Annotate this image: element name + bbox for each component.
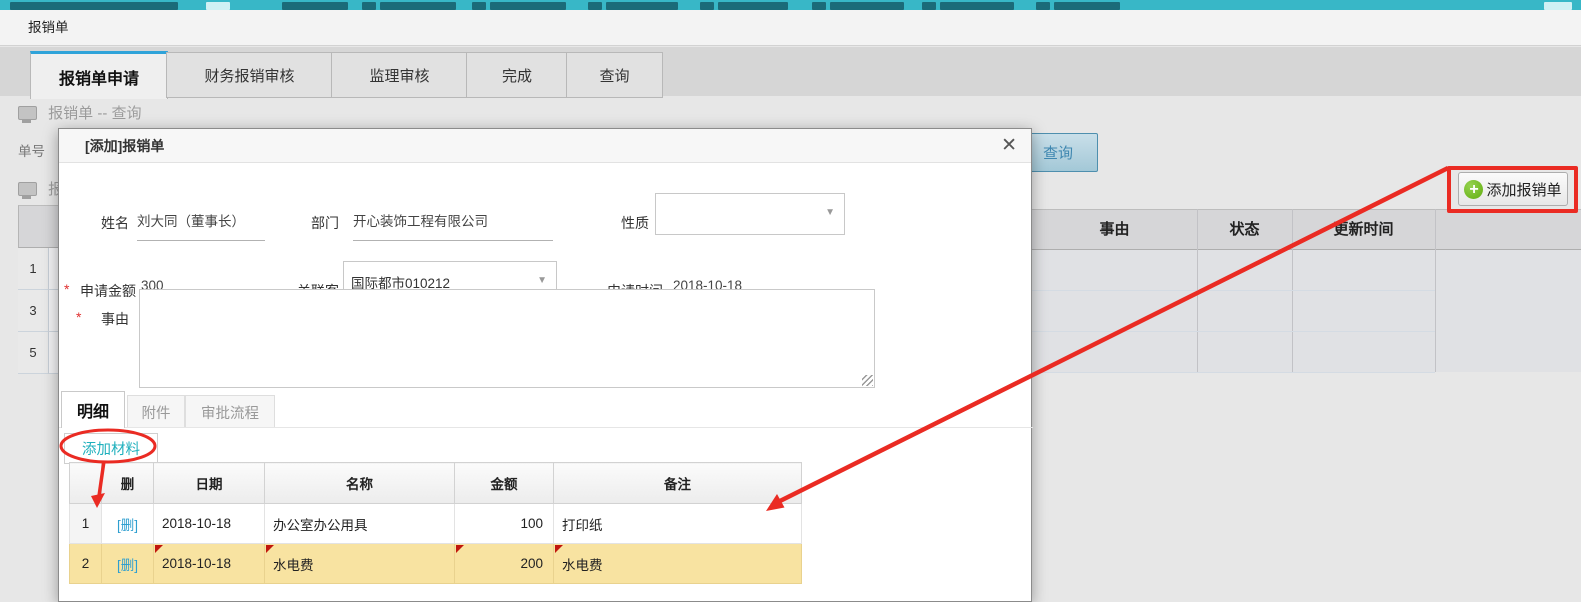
divider [1032,331,1435,332]
name-label: 姓名 [69,213,129,233]
name-cell[interactable]: 办公室办公用具 [265,504,455,544]
amount-label: 申请金额 [71,281,136,301]
bg-row-number: 3 [18,290,49,332]
modal-tab-approval-flow[interactable]: 审批流程 [185,395,275,428]
bg-table-body [1032,250,1581,372]
detail-table: 删 日期 名称 金额 备注 1 [删] 2018-10-18 办公室办公用具 1… [69,462,802,584]
delete-link[interactable]: [删] [102,544,154,584]
bg-row-number: 5 [18,332,49,374]
col-amount: 金额 [455,463,554,504]
menu-item-clipped[interactable] [282,2,348,10]
tab-query[interactable]: 查询 [566,52,663,98]
menu-icon-clipped [362,2,376,10]
name-cell-modified[interactable]: 水电费 [265,544,455,584]
section-title-list: 报销单 [18,178,62,199]
menu-item-clipped[interactable] [1054,2,1120,10]
dept-field: 开心装饰工程有限公司 [353,203,553,241]
chevron-down-icon: ▼ [537,275,547,286]
bg-col-reason: 事由 [1032,210,1197,250]
table-row: 1 [删] 2018-10-18 办公室办公用具 100 打印纸 [70,504,802,544]
reason-textarea[interactable] [139,289,875,388]
bg-table-header: 事由 状态 更新时间 [1032,209,1581,250]
add-material-link[interactable]: 添加材料 [64,433,158,464]
chevron-down-icon: ▼ [825,207,835,218]
nature-label: 性质 [589,213,649,233]
divider [59,427,1033,428]
modal-title: [添加]报销单 [59,129,1031,163]
reason-label: 事由 [86,309,129,329]
menu-item-clipped[interactable] [718,2,788,10]
bg-row-number: 1 [18,248,49,290]
menu-icon-clipped [588,2,602,10]
col-name: 名称 [265,463,455,504]
tab-reimburse-apply[interactable]: 报销单申请 [30,51,168,99]
menubar-right-control-clipped[interactable] [1544,2,1572,10]
menu-icon-clipped [922,2,936,10]
row-number: 1 [70,504,102,544]
divider [1435,209,1436,372]
modal-tab-detail[interactable]: 明细 [61,391,125,428]
tab-complete[interactable]: 完成 [466,52,568,98]
app-window: 报销单 报销单申请 财务报销审核 监理审核 完成 查询 报销单 -- 查询 单号… [0,0,1581,602]
menu-item-clipped[interactable] [606,2,678,10]
delete-link[interactable]: [删] [102,504,154,544]
bg-col-updated: 更新时间 [1292,210,1435,250]
dept-label: 部门 [279,213,339,233]
annotation-red-box [1447,166,1578,213]
name-field: 刘大同（董事长） [137,203,265,241]
hamburger-icon-clipped[interactable] [206,2,230,10]
bg-table-left-header [18,205,60,248]
menu-icon-clipped [472,2,486,10]
date-cell[interactable]: 2018-10-18 [154,504,265,544]
required-mark: * [76,309,81,325]
divider [1032,290,1435,291]
monitor-icon [18,182,37,196]
add-reimburse-modal: [添加]报销单 ✕ 姓名 刘大同（董事长） 部门 开心装饰工程有限公司 性质 ▼… [58,128,1032,602]
col-rownum [70,463,102,504]
tab-finance-audit[interactable]: 财务报销审核 [166,52,333,98]
app-logo-clipped [10,2,178,10]
resize-handle[interactable] [862,375,873,386]
menu-item-clipped[interactable] [490,2,566,10]
main-tabstrip: 报销单申请 财务报销审核 监理审核 完成 查询 [0,47,1581,96]
modal-tab-attachment[interactable]: 附件 [127,395,185,428]
breadcrumb-bar: 报销单 [0,10,1581,46]
divider [1032,372,1435,373]
amount-cell[interactable]: 100 [455,504,554,544]
col-delete: 删 [102,463,154,504]
top-menubar-clipped [0,0,1581,10]
menu-item-clipped[interactable] [830,2,904,10]
col-note: 备注 [554,463,802,504]
table-row-highlighted: 2 [删] 2018-10-18 水电费 200 水电费 [70,544,802,584]
tab-supervisor-audit[interactable]: 监理审核 [331,52,468,98]
breadcrumb: 报销单 [28,10,69,46]
order-no-label: 单号 [18,140,45,160]
menu-icon-clipped [700,2,714,10]
amount-cell-modified[interactable]: 200 [455,544,554,584]
bg-col-status: 状态 [1197,210,1292,250]
row-number: 2 [70,544,102,584]
note-cell[interactable]: 打印纸 [554,504,802,544]
menu-item-clipped[interactable] [940,2,1014,10]
menu-icon-clipped [812,2,826,10]
section-title-query: 报销单 -- 查询 [18,102,142,123]
note-cell-modified[interactable]: 水电费 [554,544,802,584]
date-cell-modified[interactable]: 2018-10-18 [154,544,265,584]
nature-select[interactable]: ▼ [655,193,845,235]
detail-header-row: 删 日期 名称 金额 备注 [70,463,802,504]
monitor-icon [18,106,37,120]
col-date: 日期 [154,463,265,504]
menu-icon-clipped [1036,2,1050,10]
menu-item-clipped[interactable] [380,2,456,10]
close-icon[interactable]: ✕ [1001,134,1017,158]
required-mark: * [64,281,69,297]
